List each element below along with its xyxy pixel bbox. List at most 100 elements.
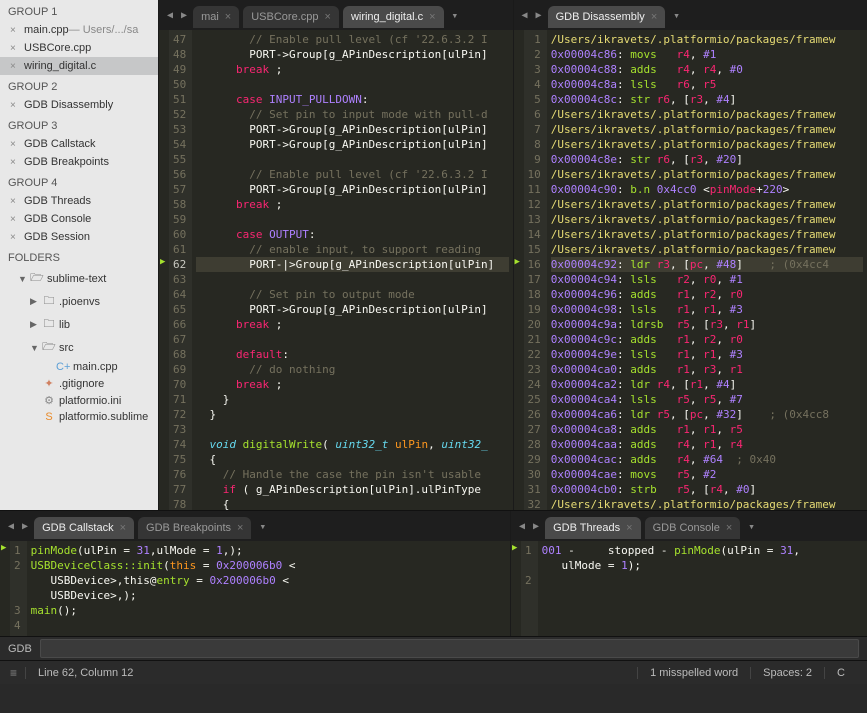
folder-row[interactable]: ▼🗁sublime-text bbox=[0, 267, 158, 290]
editor-tab[interactable]: GDB Threads× bbox=[545, 517, 641, 539]
code-line[interactable]: /Users/ikravets/.platformio/packages/fra… bbox=[551, 497, 863, 510]
close-icon[interactable]: × bbox=[225, 11, 231, 23]
sidebar-open-file[interactable]: × GDB Callstack bbox=[0, 135, 158, 153]
code-line[interactable]: 0x00004c9e: lsls r1, r1, #3 bbox=[551, 347, 863, 362]
editor-tab[interactable]: GDB Console× bbox=[645, 517, 741, 539]
code-line[interactable]: /Users/ikravets/.platformio/packages/fra… bbox=[551, 197, 863, 212]
nav-forward-icon[interactable]: ▶ bbox=[181, 10, 187, 21]
editor-tab[interactable]: GDB Callstack× bbox=[34, 517, 134, 539]
code-line[interactable]: /Users/ikravets/.platformio/packages/fra… bbox=[551, 32, 863, 47]
code-line[interactable]: 0x00004c92: ldr r3, [pc, #48] ; (0x4cc4 bbox=[551, 257, 863, 272]
sidebar-open-file[interactable]: × GDB Breakpoints bbox=[0, 153, 158, 171]
code-line[interactable]: } bbox=[196, 392, 508, 407]
code-line[interactable]: PORT->Group[g_APinDescription[ulPin] bbox=[196, 182, 508, 197]
code-line[interactable]: PORT->Group[g_APinDescription[ulPin] bbox=[196, 122, 508, 137]
gdb-command-input[interactable] bbox=[40, 639, 859, 658]
code-content[interactable]: 001 - stopped - pinMode(ulPin = 31, ulMo… bbox=[538, 541, 867, 636]
sidebar-open-file[interactable]: × GDB Threads bbox=[0, 192, 158, 210]
code-line[interactable]: 0x00004c96: adds r1, r2, r0 bbox=[551, 287, 863, 302]
code-content[interactable]: /Users/ikravets/.platformio/packages/fra… bbox=[547, 30, 867, 510]
nav-back-icon[interactable]: ◀ bbox=[522, 10, 528, 21]
file-row[interactable]: ✦.gitignore bbox=[0, 375, 158, 392]
code-line[interactable]: // Set pin to output mode bbox=[196, 287, 508, 302]
close-icon[interactable]: × bbox=[726, 522, 732, 534]
folder-row[interactable]: ▶🗀.pioenvs bbox=[0, 290, 158, 313]
code-line[interactable]: 0x00004ca0: adds r1, r3, r1 bbox=[551, 362, 863, 377]
code-line[interactable] bbox=[196, 152, 508, 167]
editor-tab[interactable]: wiring_digital.c× bbox=[343, 6, 444, 28]
close-icon[interactable]: × bbox=[10, 100, 20, 111]
code-line[interactable]: // do nothing bbox=[196, 362, 508, 377]
sidebar-open-file[interactable]: × GDB Disassembly bbox=[0, 96, 158, 114]
code-line[interactable]: { bbox=[196, 497, 508, 510]
code-line[interactable]: /Users/ikravets/.platformio/packages/fra… bbox=[551, 242, 863, 257]
editor-area[interactable]: ▶12001 - stopped - pinMode(ulPin = 31, u… bbox=[511, 541, 867, 636]
chevron-right-icon[interactable]: ▶ bbox=[30, 296, 42, 307]
code-line[interactable]: /Users/ikravets/.platformio/packages/fra… bbox=[551, 137, 863, 152]
code-line[interactable]: break ; bbox=[196, 377, 508, 392]
editor-area[interactable]: ▶1234pinMode(ulPin = 31,ulMode = 1,);USB… bbox=[0, 541, 510, 636]
chevron-right-icon[interactable]: ▶ bbox=[30, 319, 42, 330]
code-line[interactable]: USBDevice>,); bbox=[31, 588, 506, 603]
code-line[interactable]: break ; bbox=[196, 197, 508, 212]
editor-area[interactable]: ▶474849505152535455565758596061626364656… bbox=[159, 30, 513, 510]
code-line[interactable]: PORT->Group[g_APinDescription[ulPin] bbox=[196, 302, 508, 317]
chevron-down-icon[interactable]: ▼ bbox=[18, 274, 30, 284]
code-line[interactable]: /Users/ikravets/.platformio/packages/fra… bbox=[551, 227, 863, 242]
code-line[interactable]: 0x00004c8c: str r6, [r3, #4] bbox=[551, 92, 863, 107]
code-line[interactable]: USBDevice>,this@entry = 0x200006b0 < bbox=[31, 573, 506, 588]
nav-forward-icon[interactable]: ▶ bbox=[533, 521, 539, 532]
code-line[interactable]: PORT->Group[g_APinDescription[ulPin] bbox=[196, 47, 508, 62]
code-line[interactable]: USBDeviceClass::init(this = 0x200006b0 < bbox=[31, 558, 506, 573]
code-line[interactable]: 0x00004ca2: ldr r4, [r1, #4] bbox=[551, 377, 863, 392]
code-line[interactable]: // Handle the case the pin isn't usable bbox=[196, 467, 508, 482]
code-line[interactable]: // Enable pull level (cf '22.6.3.2 I bbox=[196, 32, 508, 47]
nav-forward-icon[interactable]: ▶ bbox=[22, 521, 28, 532]
code-line[interactable]: 0x00004caa: adds r4, r1, r4 bbox=[551, 437, 863, 452]
file-row[interactable]: ⚙platformio.ini bbox=[0, 392, 158, 409]
code-line[interactable]: 0x00004c94: lsls r2, r0, #1 bbox=[551, 272, 863, 287]
close-icon[interactable]: × bbox=[429, 11, 435, 23]
editor-tab[interactable]: GDB Breakpoints× bbox=[138, 517, 251, 539]
sidebar-open-file[interactable]: × USBCore.cpp bbox=[0, 39, 158, 57]
code-line[interactable]: /Users/ikravets/.platformio/packages/fra… bbox=[551, 167, 863, 182]
file-row[interactable]: C+main.cpp bbox=[0, 359, 158, 375]
code-line[interactable]: /Users/ikravets/.platformio/packages/fra… bbox=[551, 122, 863, 137]
code-line[interactable]: // Set pin to input mode with pull-d bbox=[196, 107, 508, 122]
code-line[interactable]: 0x00004cb0: strb r5, [r4, #0] bbox=[551, 482, 863, 497]
code-line[interactable]: 0x00004c8a: lsls r6, r5 bbox=[551, 77, 863, 92]
tab-menu-icon[interactable]: ▾ bbox=[259, 520, 266, 533]
code-line[interactable] bbox=[31, 618, 506, 633]
status-language[interactable]: C bbox=[824, 667, 857, 679]
code-line[interactable]: 0x00004c88: adds r4, r4, #0 bbox=[551, 62, 863, 77]
status-spaces[interactable]: Spaces: 2 bbox=[750, 667, 824, 679]
code-line[interactable]: void digitalWrite( uint32_t ulPin, uint3… bbox=[196, 437, 508, 452]
code-line[interactable] bbox=[196, 77, 508, 92]
sidebar-open-file[interactable]: × main.cpp — Users/.../sa bbox=[0, 21, 158, 39]
close-icon[interactable]: × bbox=[10, 43, 20, 54]
tab-menu-icon[interactable]: ▾ bbox=[748, 520, 755, 533]
code-line[interactable]: main(); bbox=[31, 603, 506, 618]
tab-menu-icon[interactable]: ▾ bbox=[673, 9, 680, 22]
file-row[interactable]: Splatformio.sublime bbox=[0, 409, 158, 425]
tab-menu-icon[interactable]: ▾ bbox=[452, 9, 459, 22]
close-icon[interactable]: × bbox=[10, 25, 20, 36]
close-icon[interactable]: × bbox=[10, 139, 20, 150]
code-line[interactable]: 0x00004ca6: ldr r5, [pc, #32] ; (0x4cc8 bbox=[551, 407, 863, 422]
code-content[interactable]: pinMode(ulPin = 31,ulMode = 1,);USBDevic… bbox=[27, 541, 510, 636]
editor-tab[interactable]: USBCore.cpp× bbox=[243, 6, 339, 28]
code-line[interactable]: case OUTPUT: bbox=[196, 227, 508, 242]
code-line[interactable]: 0x00004c90: b.n 0x4cc0 <pinMode+220> bbox=[551, 182, 863, 197]
code-line[interactable]: /Users/ikravets/.platformio/packages/fra… bbox=[551, 107, 863, 122]
code-line[interactable]: 0x00004c8e: str r6, [r3, #20] bbox=[551, 152, 863, 167]
code-line[interactable]: { bbox=[196, 452, 508, 467]
code-line[interactable]: if ( g_APinDescription[ulPin].ulPinType bbox=[196, 482, 508, 497]
nav-back-icon[interactable]: ◀ bbox=[8, 521, 14, 532]
sidebar-open-file[interactable]: × wiring_digital.c bbox=[0, 57, 158, 75]
code-line[interactable]: 001 - stopped - pinMode(ulPin = 31, bbox=[542, 543, 863, 558]
code-line[interactable]: PORT->Group[g_APinDescription[ulPin] bbox=[196, 137, 508, 152]
close-icon[interactable]: × bbox=[10, 196, 20, 207]
nav-back-icon[interactable]: ◀ bbox=[167, 10, 173, 21]
code-line[interactable]: 0x00004ca4: lsls r5, r5, #7 bbox=[551, 392, 863, 407]
code-line[interactable] bbox=[196, 272, 508, 287]
